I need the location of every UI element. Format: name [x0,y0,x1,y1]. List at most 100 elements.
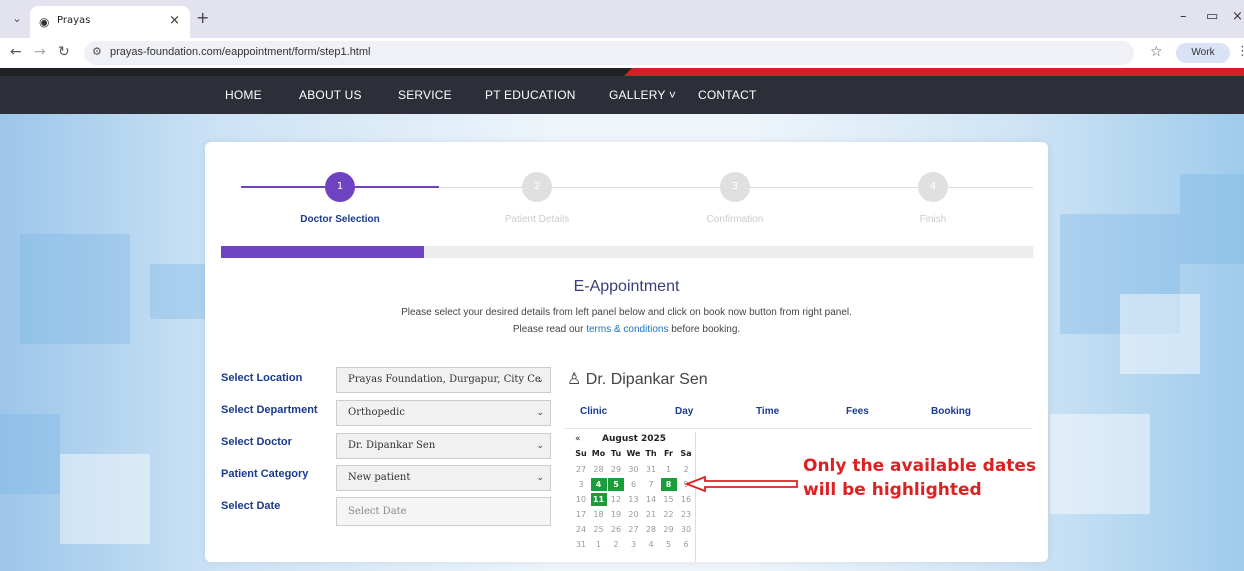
calendar-weekday: Mo [591,449,606,458]
col-booking: Booking [931,406,971,417]
calendar-day-available[interactable]: 4 [590,478,607,491]
browser-tab-bar: ⌄ ◉ Prayas × + – ▭ × [0,0,1244,38]
profile-label: Work [1191,47,1215,58]
calendar-day: 12 [610,495,622,504]
minimize-icon[interactable]: – [1180,9,1187,24]
step-1-circle: 1 [325,172,355,202]
step-3-circle: 3 [720,172,750,202]
terms-link[interactable]: terms & conditions [586,324,668,335]
bookmark-star-icon[interactable]: ☆ [1150,44,1163,60]
calendar-day: 18 [593,510,604,519]
header-accent-strip [0,68,1244,76]
more-menu-icon[interactable]: ⋮ [1236,44,1244,59]
doctor-label: Select Doctor [221,436,292,448]
calendar-day: 27 [628,525,639,534]
step-3-label: Confirmation [706,214,764,225]
calendar-day: 28 [645,525,657,534]
calendar-weekday: Su [575,449,587,458]
step-1-label: Doctor Selection [300,214,380,225]
calendar-day-available[interactable]: 8 [660,478,677,491]
progress-bar-fill [221,246,424,258]
calendar-prev-icon[interactable]: « [575,434,581,444]
url-field[interactable]: ⚙ prayas-foundation.com/eappointment/for… [84,41,1134,65]
nav-home[interactable]: HOME [225,88,262,102]
calendar-day: 26 [610,525,622,534]
location-label: Select Location [221,372,303,384]
calendar-day: 29 [663,525,674,534]
calendar-day: 16 [680,495,692,504]
calendar-day: 2 [613,540,619,549]
calendar-day: 13 [628,495,639,504]
calendar-day: 14 [645,495,657,504]
nav-contact[interactable]: CONTACT [698,88,757,102]
calendar-day: 7 [648,480,654,489]
calendar-day: 22 [663,510,674,519]
calendar-day: 29 [610,465,622,474]
appointment-card: 1 2 3 4 Doctor Selection Patient Details… [205,142,1048,562]
patient-category-value: New patient [348,472,411,483]
date-picker-calendar: « August 2025 Su Mo Tu We Th Fr Sa 27 28 29 30 31 1 2… [571,432,697,562]
calendar-weekday: We [626,449,641,458]
calendar-day: 30 [628,465,639,474]
terms-suffix: before booking. [668,324,741,335]
chevron-down-icon: ⌄ [536,408,544,418]
step-2-circle: 2 [522,172,552,202]
step-2-label: Patient Details [504,214,570,225]
restore-icon[interactable]: ▭ [1206,9,1218,24]
step-4-circle: 4 [918,172,948,202]
calendar-day-available[interactable]: 11 [590,493,607,506]
tab-search-chevron-icon[interactable]: ⌄ [6,8,28,30]
globe-icon: ◉ [39,15,50,29]
patient-category-label: Patient Category [221,468,309,480]
calendar-day: 6 [683,540,689,549]
back-arrow-icon[interactable]: ← [10,44,22,60]
calendar-day: 17 [575,510,587,519]
close-window-icon[interactable]: × [1232,9,1243,24]
date-label: Select Date [221,500,281,512]
nav-about-us[interactable]: ABOUT US [299,88,362,102]
form-title: E-Appointment [573,278,680,295]
table-divider [565,428,1032,429]
calendar-weekday: Sa [680,449,692,458]
close-tab-icon[interactable]: × [169,13,180,28]
calendar-week-row: 24 25 26 27 28 29 30 [571,523,697,536]
calendar-day: 5 [665,540,672,549]
calendar-day: 21 [645,510,657,519]
calendar-day-available[interactable]: 5 [608,478,624,491]
nav-service[interactable]: SERVICE [398,88,452,102]
doctor-select[interactable]: Dr. Dipankar Sen ⌄ [336,433,551,459]
user-icon: ♙ [567,371,582,388]
col-fees: Fees [846,406,869,417]
site-settings-icon[interactable]: ⚙ [92,45,102,58]
browser-tab[interactable]: ◉ Prayas × [30,6,190,38]
nav-gallery[interactable]: GALLERY ˅ [609,88,676,102]
department-select[interactable]: Orthopedic ⌄ [336,400,551,426]
calendar-week-row: 27 28 29 30 31 1 2 [571,463,697,476]
chevron-down-icon: ⌄ [536,473,544,483]
calendar-day: 27 [575,465,587,474]
col-time: Time [756,406,780,417]
nav-pt-education[interactable]: PT EDUCATION [485,88,576,102]
date-input[interactable]: Select Date [336,497,551,526]
doctor-name: Dr. Dipankar Sen [585,371,708,388]
patient-category-select[interactable]: New patient ⌄ [336,465,551,491]
calendar-weekday: Th [645,449,657,458]
calendar-week-row: 31 1 2 3 4 5 6 [571,538,697,551]
profile-button[interactable]: Work [1176,43,1230,63]
calendar-weekday: Fr [664,449,673,458]
calendar-month-title: August 2025 [602,434,667,444]
url-text: prayas-foundation.com/eappointment/form/… [110,46,371,58]
calendar-week-row: 17 18 19 20 21 22 23 [571,508,697,521]
new-tab-icon[interactable]: + [196,8,209,27]
calendar-day: 23 [680,510,692,519]
calendar-day: 31 [575,540,587,549]
annotation-arrow-icon [685,476,798,492]
reload-icon[interactable]: ↻ [58,44,70,60]
form-terms-note: Please read our terms & conditions befor… [205,324,1048,335]
calendar-day: 28 [593,465,604,474]
calendar-day: 1 [595,540,602,549]
calendar-day: 3 [578,480,584,489]
calendar-day: 10 [575,495,587,504]
forward-arrow-icon[interactable]: → [34,44,46,60]
location-select[interactable]: Prayas Foundation, Durgapur, City Ce ⌄ [336,367,551,393]
